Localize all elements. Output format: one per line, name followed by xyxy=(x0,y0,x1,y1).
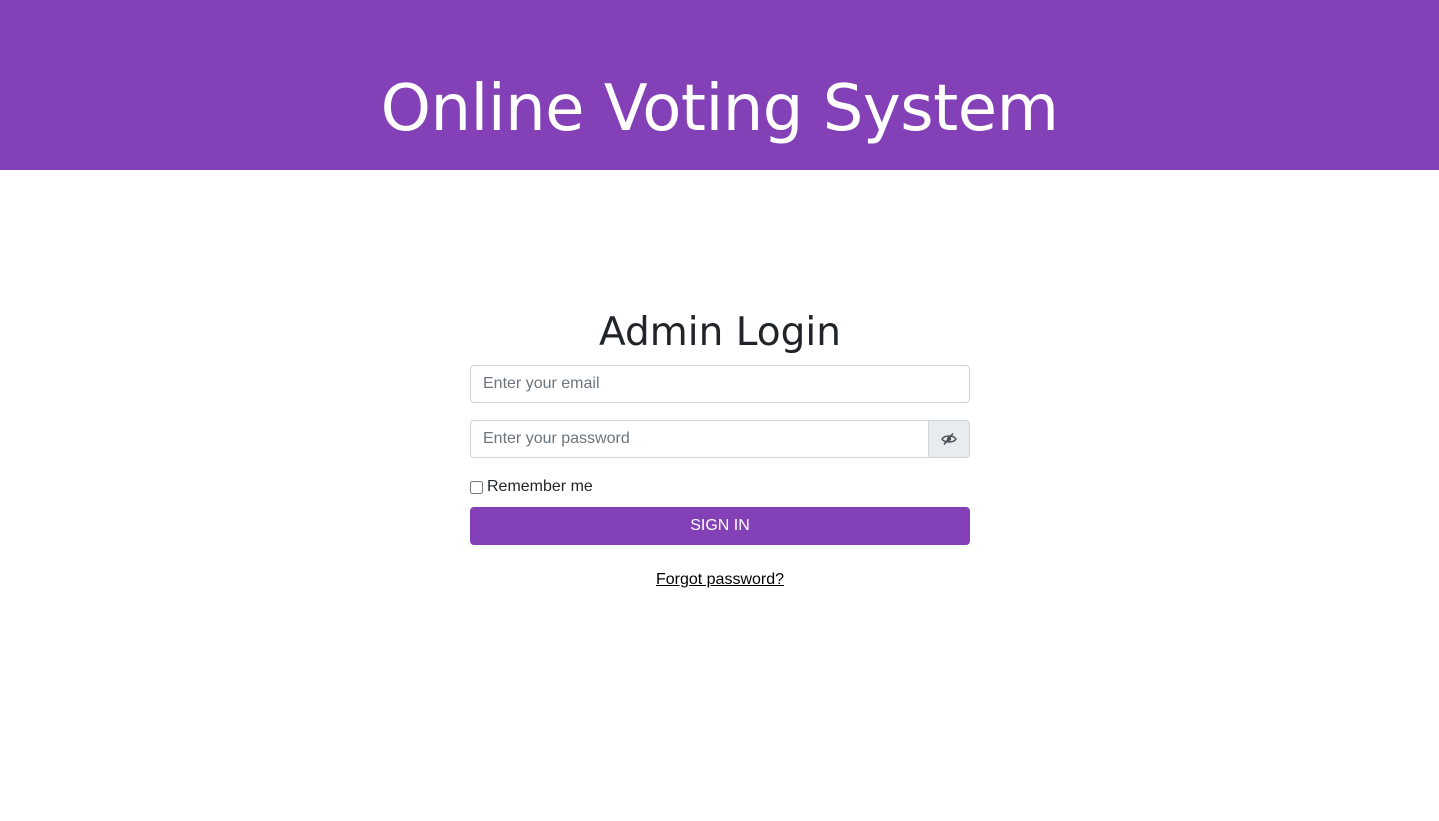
toggle-password-button[interactable] xyxy=(929,420,970,458)
email-input[interactable] xyxy=(470,365,970,403)
password-group xyxy=(470,420,970,458)
remember-label: Remember me xyxy=(487,478,593,495)
password-input[interactable] xyxy=(470,420,929,458)
site-title: Online Voting System xyxy=(380,72,1059,146)
forgot-password-wrapper: Forgot password? xyxy=(470,571,970,589)
login-title: Admin Login xyxy=(599,310,841,355)
sign-in-button[interactable]: SIGN IN xyxy=(470,507,970,545)
eye-slash-icon xyxy=(941,432,957,446)
remember-me[interactable]: Remember me xyxy=(470,478,970,496)
forgot-password-link[interactable]: Forgot password? xyxy=(656,571,784,588)
login-form: Admin Login Remember me SIGN IN Forgot p… xyxy=(470,306,970,589)
remember-checkbox[interactable] xyxy=(470,480,483,494)
page-header: Online Voting System xyxy=(0,0,1439,170)
